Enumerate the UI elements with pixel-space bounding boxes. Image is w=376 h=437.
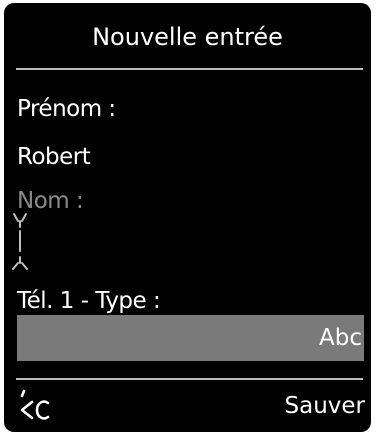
backspace-clear-icon[interactable] [16,387,60,427]
phone-type-selector[interactable]: Abc [17,315,364,361]
first-name-field[interactable]: Robert [17,142,91,172]
phone-type-value: Abc [319,325,362,351]
page-title: Nouvelle entrée [92,23,283,51]
header-divider [16,68,363,70]
phone-display: Nouvelle entrée Prénom : Robert Nom : Té… [0,0,376,437]
footer-divider [16,378,363,380]
first-name-label: Prénom : [17,96,116,122]
screen: Nouvelle entrée Prénom : Robert Nom : Té… [4,3,371,432]
phone-type-label: Tél. 1 - Type : [17,288,161,314]
text-cursor-icon[interactable] [12,211,36,271]
save-softkey[interactable]: Sauver [285,391,366,421]
